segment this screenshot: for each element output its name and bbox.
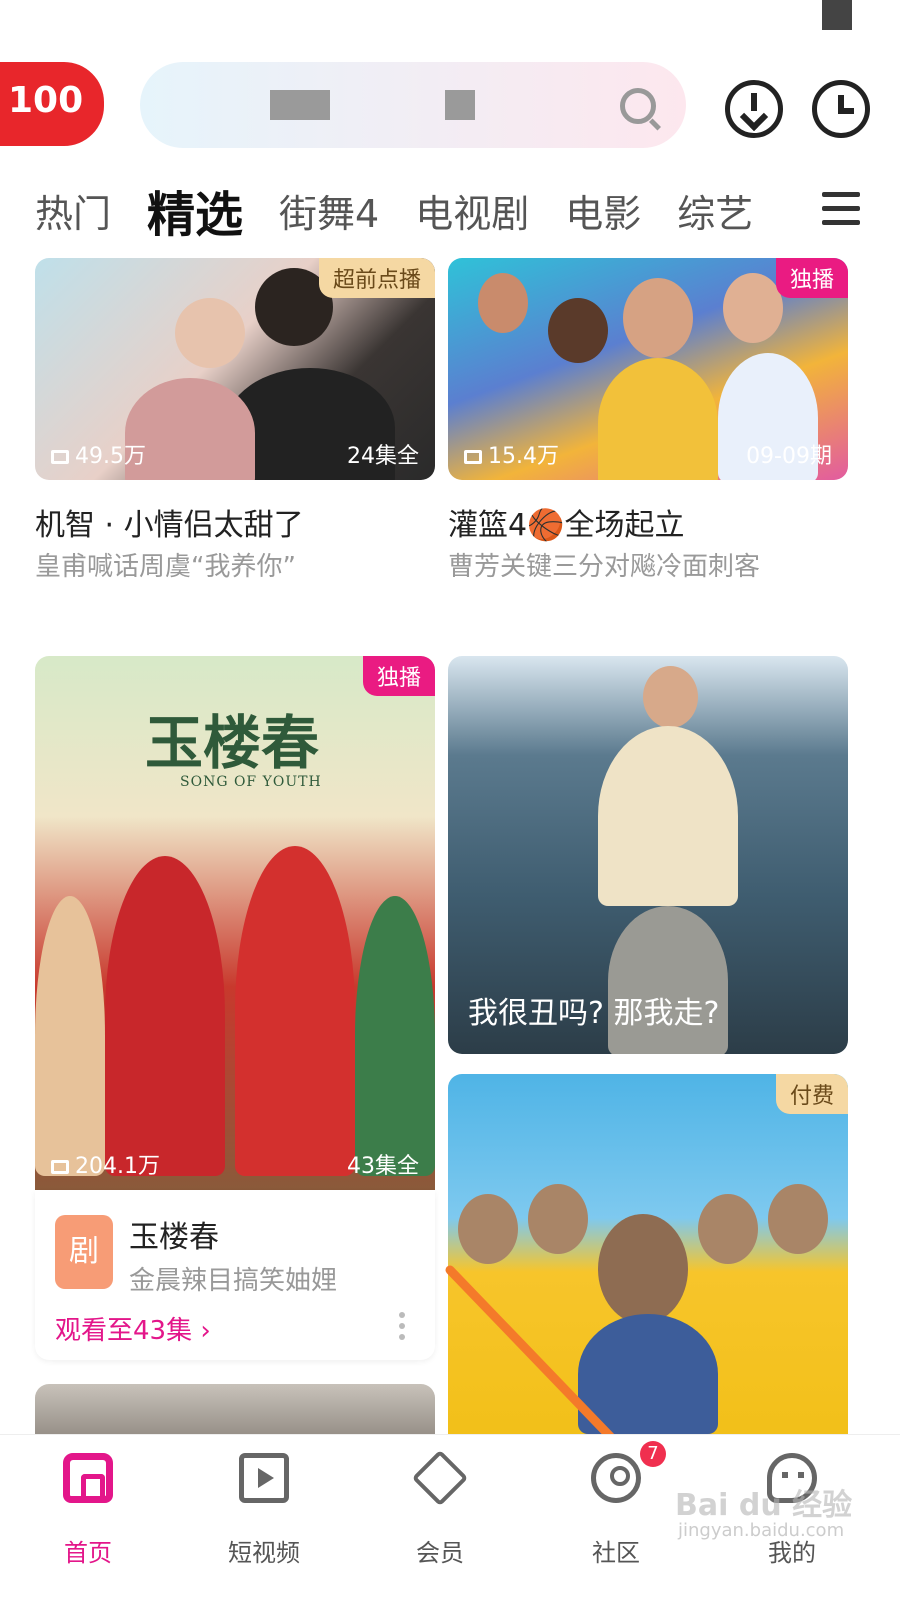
logo[interactable]: 100 [0, 62, 104, 146]
view-count: 49.5万 [51, 438, 146, 470]
play-icon [239, 1453, 289, 1503]
person-image [548, 298, 608, 363]
person-image [235, 846, 355, 1176]
watch-progress-panel[interactable]: 剧 玉楼春 金晨辣目搞笑妯娌 观看至43集 › [35, 1190, 435, 1360]
search-placeholder-mask [270, 90, 330, 120]
person-image [105, 856, 225, 1176]
series-icon: 剧 [55, 1215, 113, 1289]
category-tabs: 热门 精选 街舞4 电视剧 电影 综艺 [35, 175, 789, 245]
person-image [723, 273, 783, 343]
rabbit-image [578, 1314, 718, 1434]
search-placeholder-mask [445, 90, 475, 120]
watermark: Bai du 经验 [675, 1488, 853, 1523]
status-indicator [822, 0, 852, 30]
tab-street-dance[interactable]: 街舞4 [279, 183, 379, 238]
view-count: 204.1万 [51, 1148, 160, 1180]
video-card-thumbnail[interactable]: 玉楼春 SONG OF YOUTH 独播 204.1万 43集全 [35, 656, 435, 1190]
nav-label: 会员 [416, 1539, 464, 1567]
episode-count: 24集全 [347, 444, 419, 469]
poster-title: 玉楼春 [145, 709, 320, 777]
person-image [598, 358, 718, 480]
card-title[interactable]: 机智 · 小情侣太甜了 [35, 500, 304, 544]
rabbit-image [598, 1214, 688, 1324]
tab-featured[interactable]: 精选 [147, 175, 243, 245]
info-title: 玉楼春 [129, 1220, 219, 1255]
nav-label: 社区 [592, 1539, 640, 1567]
tab-hot[interactable]: 热门 [35, 183, 111, 238]
tab-movies[interactable]: 电影 [565, 183, 641, 238]
badge: 独播 [775, 258, 848, 298]
episode-count: 43集全 [347, 1154, 419, 1179]
person-image [598, 726, 738, 906]
card-subtitle: 皇甫喊话周虞“我养你” [35, 552, 296, 582]
diamond-icon [411, 1449, 469, 1507]
card-subtitle: 曹芳关键三分对飚冷面刺客 [448, 552, 761, 582]
views-icon [464, 450, 482, 464]
search-icon[interactable] [620, 88, 656, 124]
tab-variety[interactable]: 综艺 [677, 183, 753, 238]
download-icon[interactable] [725, 80, 783, 138]
person-image [623, 278, 693, 358]
watermark-url: jingyan.baidu.com [678, 1520, 845, 1541]
badge: 独播 [362, 656, 435, 696]
person-image [478, 273, 528, 333]
notification-badge: 7 [640, 1441, 666, 1467]
video-card-thumbnail[interactable]: 独播 15.4万 09-09期 [448, 258, 848, 480]
info-subtitle: 金晨辣目搞笑妯娌 [129, 1266, 338, 1296]
top-bar: 100 [0, 0, 900, 170]
search-bar[interactable] [140, 62, 686, 148]
person-image [355, 896, 435, 1176]
views-icon [51, 450, 69, 464]
menu-icon[interactable] [822, 192, 860, 226]
logo-text: 100 [8, 80, 84, 121]
rabbit-image [768, 1184, 828, 1254]
rabbit-image [528, 1184, 588, 1254]
person-image [35, 896, 105, 1176]
nav-label: 首页 [64, 1539, 112, 1567]
tab-tv-series[interactable]: 电视剧 [415, 183, 529, 238]
badge: 付费 [775, 1074, 848, 1114]
video-card-thumbnail[interactable]: 超前点播 49.5万 24集全 [35, 258, 435, 480]
video-card-thumbnail[interactable]: 我很丑吗? 那我走? [448, 656, 848, 1054]
person-image [175, 298, 245, 368]
card-title[interactable]: 灌篮4🏀全场起立 [448, 500, 684, 544]
view-count: 15.4万 [464, 438, 559, 470]
history-icon[interactable] [812, 80, 870, 138]
continue-watching-link[interactable]: 观看至43集 › [55, 1310, 211, 1347]
community-icon [591, 1453, 641, 1503]
rabbit-image [458, 1194, 518, 1264]
home-icon [63, 1453, 113, 1503]
episode-count: 09-09期 [746, 444, 832, 469]
video-card-thumbnail[interactable]: 付费 [448, 1074, 848, 1434]
more-options-icon[interactable] [399, 1312, 405, 1340]
person-image [643, 666, 698, 728]
views-icon [51, 1160, 69, 1174]
poster-subtitle: SONG OF YOUTH [180, 774, 322, 790]
badge: 超前点播 [318, 258, 435, 298]
nav-label: 短视频 [228, 1539, 300, 1567]
rabbit-image [698, 1194, 758, 1264]
video-caption: 我很丑吗? 那我走? [468, 996, 720, 1031]
